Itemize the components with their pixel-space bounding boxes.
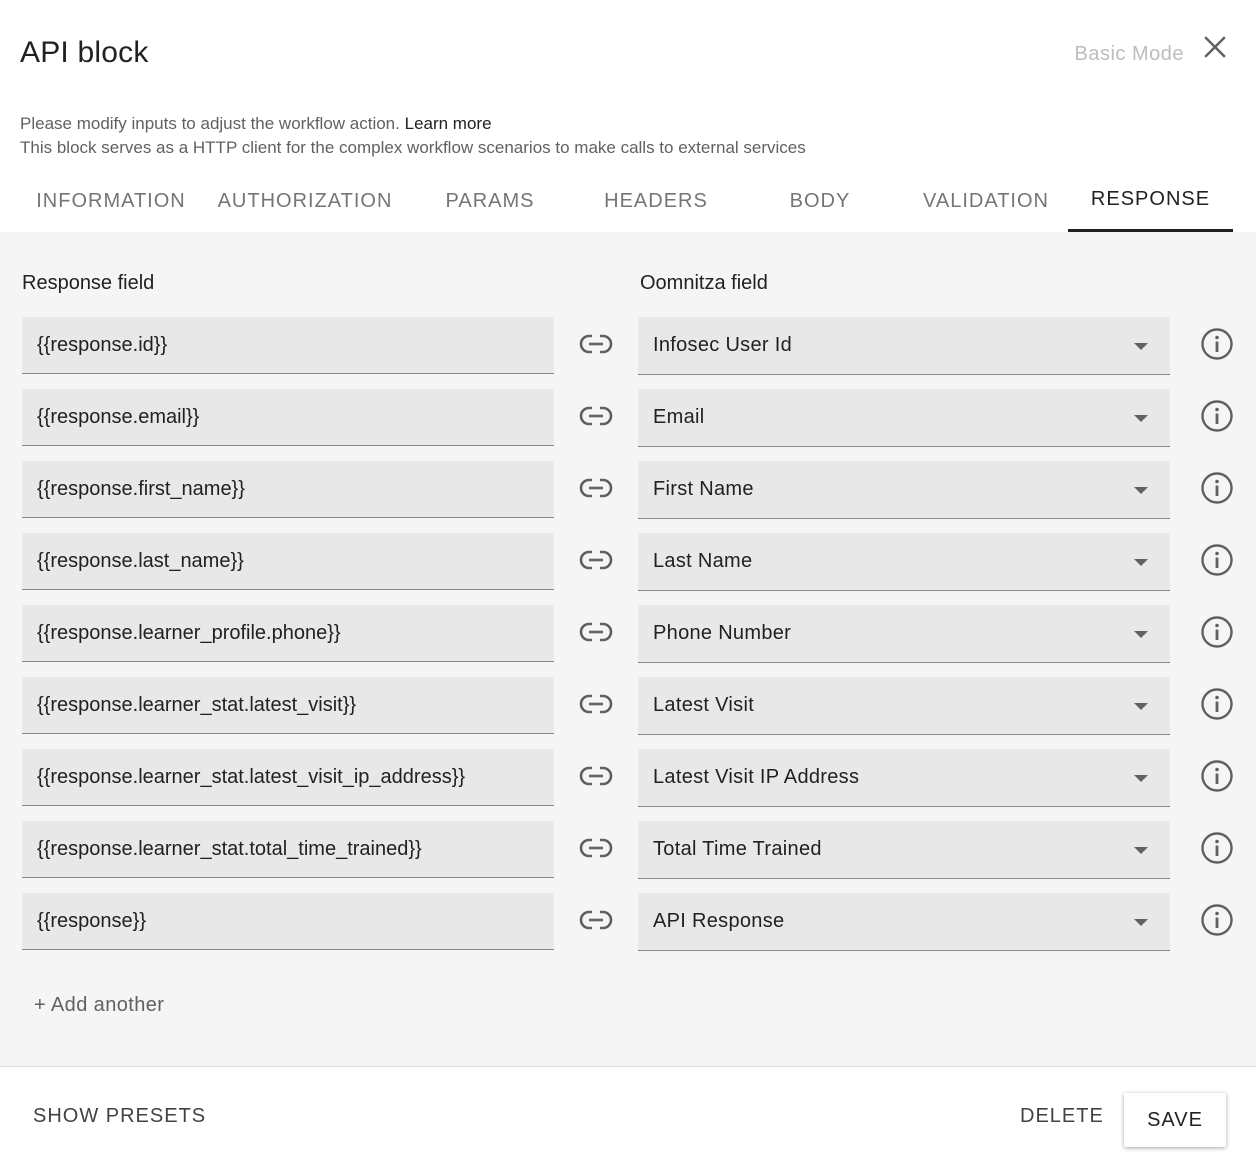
chevron-down-icon[interactable] xyxy=(1134,559,1148,566)
link-icon xyxy=(578,761,614,791)
mapping-row: {{response.learner_stat.latest_visit_ip_… xyxy=(0,749,1256,807)
chevron-down-icon[interactable] xyxy=(1134,343,1148,350)
chevron-down-icon[interactable] xyxy=(1134,775,1148,782)
tab-headers[interactable]: HEADERS xyxy=(576,170,736,232)
mapping-row: {{response.email}} Email xyxy=(0,389,1256,447)
oomnitza-field-select[interactable]: Latest Visit xyxy=(638,677,1170,735)
oomnitza-field-value: Latest Visit IP Address xyxy=(653,766,860,788)
response-field-input[interactable]: {{response.learner_stat.latest_visit}} xyxy=(22,677,554,734)
oomnitza-field-value: First Name xyxy=(653,478,754,500)
info-icon[interactable] xyxy=(1200,543,1234,577)
link-icon xyxy=(578,617,614,647)
chevron-down-icon[interactable] xyxy=(1134,487,1148,494)
link-icon xyxy=(578,905,614,935)
response-field-input[interactable]: {{response.learner_stat.latest_visit_ip_… xyxy=(22,749,554,806)
link-icon xyxy=(578,545,614,575)
tab-body[interactable]: BODY xyxy=(740,170,900,232)
add-another-button[interactable]: + Add another xyxy=(34,994,164,1017)
oomnitza-field-value: Latest Visit xyxy=(653,694,755,716)
oomnitza-field-select[interactable]: First Name xyxy=(638,461,1170,519)
chevron-down-icon[interactable] xyxy=(1134,919,1148,926)
oomnitza-field-select[interactable]: Latest Visit IP Address xyxy=(638,749,1170,807)
link-icon xyxy=(578,689,614,719)
oomnitza-field-select[interactable]: API Response xyxy=(638,893,1170,951)
oomnitza-field-select[interactable]: Last Name xyxy=(638,533,1170,591)
info-icon[interactable] xyxy=(1200,471,1234,505)
save-button[interactable]: SAVE xyxy=(1124,1093,1226,1147)
tab-information[interactable]: INFORMATION xyxy=(22,170,200,232)
link-icon xyxy=(578,401,614,431)
info-icon[interactable] xyxy=(1200,759,1234,793)
mapping-row: {{response.learner_stat.latest_visit}} La… xyxy=(0,677,1256,735)
dialog-footer: SHOW PRESETS DELETE SAVE xyxy=(0,1066,1256,1165)
learn-more-link[interactable]: Learn more xyxy=(405,114,492,133)
response-field-input[interactable]: {{response.learner_profile.phone}} xyxy=(22,605,554,662)
close-icon[interactable] xyxy=(1200,32,1230,62)
info-icon[interactable] xyxy=(1200,687,1234,721)
oomnitza-field-select[interactable]: Infosec User Id xyxy=(638,317,1170,375)
response-field-input[interactable]: {{response.learner_stat.total_time_train… xyxy=(22,821,554,878)
oomnitza-field-value: Phone Number xyxy=(653,622,792,644)
response-field-input[interactable]: {{response.first_name}} xyxy=(22,461,554,518)
oomnitza-field-header: Oomnitza field xyxy=(640,272,768,294)
show-presets-button[interactable]: SHOW PRESETS xyxy=(33,1105,206,1128)
link-icon xyxy=(578,329,614,359)
tab-params[interactable]: PARAMS xyxy=(412,170,568,232)
oomnitza-field-value: Last Name xyxy=(653,550,753,572)
chevron-down-icon[interactable] xyxy=(1134,631,1148,638)
oomnitza-field-value: Email xyxy=(653,406,705,428)
dialog-title: API block xyxy=(20,36,149,69)
chevron-down-icon[interactable] xyxy=(1134,415,1148,422)
response-field-input[interactable]: {{response.id}} xyxy=(22,317,554,374)
tab-validation[interactable]: VALIDATION xyxy=(904,170,1068,232)
chevron-down-icon[interactable] xyxy=(1134,847,1148,854)
description-line-2: This block serves as a HTTP client for t… xyxy=(20,138,806,157)
mapping-row: {{response.learner_stat.total_time_train… xyxy=(0,821,1256,879)
response-panel: Response field Oomnitza field {{response… xyxy=(0,232,1256,1066)
description-line-1: Please modify inputs to adjust the workf… xyxy=(20,114,400,133)
response-field-input[interactable]: {{response.email}} xyxy=(22,389,554,446)
response-field-header: Response field xyxy=(22,272,155,294)
info-icon[interactable] xyxy=(1200,327,1234,361)
basic-mode-toggle[interactable]: Basic Mode xyxy=(1075,43,1185,66)
tab-authorization[interactable]: AUTHORIZATION xyxy=(208,170,402,232)
oomnitza-field-value: Infosec User Id xyxy=(653,334,793,356)
tab-bar: INFORMATION AUTHORIZATION PARAMS HEADERS… xyxy=(0,170,1256,232)
tab-response[interactable]: RESPONSE xyxy=(1068,170,1233,232)
mapping-row: {{response.learner_profile.phone}} Phone … xyxy=(0,605,1256,663)
oomnitza-field-select[interactable]: Total Time Trained xyxy=(638,821,1170,879)
oomnitza-field-select[interactable]: Email xyxy=(638,389,1170,447)
mapping-row: {{response}} API Response xyxy=(0,893,1256,951)
info-icon[interactable] xyxy=(1200,831,1234,865)
info-icon[interactable] xyxy=(1200,399,1234,433)
mapping-row: {{response.last_name}} Last Name xyxy=(0,533,1256,591)
oomnitza-field-value: Total Time Trained xyxy=(653,838,822,860)
dialog-description: Please modify inputs to adjust the workf… xyxy=(20,112,806,160)
delete-button[interactable]: DELETE xyxy=(1020,1105,1104,1128)
mapping-row: {{response.first_name}} First Name xyxy=(0,461,1256,519)
response-field-input[interactable]: {{response}} xyxy=(22,893,554,950)
link-icon xyxy=(578,473,614,503)
link-icon xyxy=(578,833,614,863)
response-field-input[interactable]: {{response.last_name}} xyxy=(22,533,554,590)
oomnitza-field-value: API Response xyxy=(653,910,785,932)
info-icon[interactable] xyxy=(1200,615,1234,649)
info-icon[interactable] xyxy=(1200,903,1234,937)
oomnitza-field-select[interactable]: Phone Number xyxy=(638,605,1170,663)
mapping-row: {{response.id}} Infosec User Id xyxy=(0,317,1256,375)
chevron-down-icon[interactable] xyxy=(1134,703,1148,710)
dialog-header: API block Basic Mode Please modify input… xyxy=(0,0,1256,232)
